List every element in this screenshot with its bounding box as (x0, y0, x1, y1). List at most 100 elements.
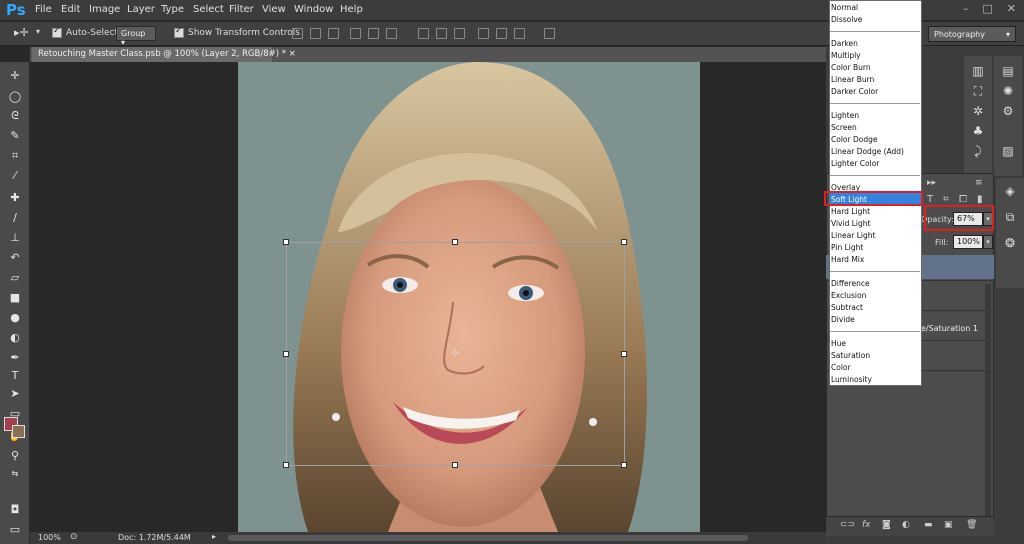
menu-help[interactable]: Help (340, 4, 363, 15)
auto-select-dropdown[interactable]: Group ▾ (116, 26, 156, 47)
layer-mask-icon[interactable]: ◙ (882, 520, 891, 530)
type-tool-icon[interactable]: T (6, 368, 24, 384)
align-hcenter-icon[interactable] (368, 28, 379, 39)
show-transform-checkbox[interactable] (174, 26, 184, 38)
lasso-tool-icon[interactable]: ᘓ (6, 108, 24, 124)
status-menu-icon[interactable]: ⊙ (70, 532, 78, 542)
distribute-right-icon[interactable] (514, 28, 525, 39)
zoom-level[interactable]: 100% (38, 533, 61, 542)
blend-mode-exclusion[interactable]: Exclusion (831, 291, 866, 300)
properties-icon[interactable]: ⚙ (998, 102, 1018, 120)
path-select-icon[interactable]: ➤ (6, 386, 24, 402)
distribute-vcenter-icon[interactable] (436, 28, 447, 39)
menu-edit[interactable]: Edit (61, 4, 80, 15)
layers-icon[interactable]: ◈ (1000, 182, 1020, 200)
minimize-icon[interactable]: – (963, 2, 969, 15)
zoom-tool-icon[interactable]: ⚲ (6, 448, 24, 464)
menu-file[interactable]: File (35, 4, 52, 15)
close-icon[interactable]: ✕ (1007, 2, 1016, 15)
channels-icon[interactable]: ⧉ (1000, 208, 1020, 226)
menu-image[interactable]: Image (89, 4, 120, 15)
blend-mode-vivid-light[interactable]: Vivid Light (831, 219, 870, 228)
clone-stamp-icon[interactable]: ⊥ (6, 230, 24, 246)
quick-mask-icon[interactable]: ◘ (6, 502, 24, 518)
auto-select-checkbox[interactable] (52, 26, 62, 38)
transform-handle[interactable] (283, 239, 289, 245)
eyedropper-tool-icon[interactable]: ⁄ (6, 168, 24, 184)
blend-mode-pin-light[interactable]: Pin Light (831, 243, 863, 252)
background-color-swatch[interactable] (12, 425, 25, 438)
gradient-tool-icon[interactable]: ■ (6, 290, 24, 306)
new-layer-icon[interactable]: ▣ (944, 520, 953, 530)
adjustment-layer-icon[interactable]: ◐ (902, 520, 910, 530)
info-icon[interactable]: ▨ (998, 142, 1018, 160)
adjustments-icon[interactable]: ▤ (998, 62, 1018, 80)
transform-handle[interactable] (621, 351, 627, 357)
brush-presets-icon[interactable]: ✲ (968, 102, 988, 120)
auto-align-icon[interactable] (544, 28, 555, 39)
transform-center-icon[interactable]: ✧ (450, 346, 460, 360)
blend-mode-dissolve[interactable]: Dissolve (831, 15, 862, 24)
brush-tool-icon[interactable]: ∕ (6, 210, 24, 226)
blend-mode-hue[interactable]: Hue (831, 339, 846, 348)
blend-mode-luminosity[interactable]: Luminosity (831, 375, 872, 384)
maximize-icon[interactable]: □ (982, 2, 992, 15)
panel-menu-icon[interactable]: ≡ (975, 178, 983, 188)
blend-mode-linear-light[interactable]: Linear Light (831, 231, 875, 240)
link-layers-icon[interactable]: ⊂⊃ (840, 520, 855, 530)
panel-collapse-icon[interactable]: ▸▸ (927, 178, 936, 188)
crop-tool-icon[interactable]: ⌗ (6, 148, 24, 164)
layers-scrollbar[interactable] (985, 284, 991, 524)
pen-tool-icon[interactable]: ✒ (6, 350, 24, 366)
transform-handle[interactable] (283, 351, 289, 357)
blur-tool-icon[interactable]: ● (6, 310, 24, 326)
status-arrow-icon[interactable]: ▸ (212, 532, 216, 541)
quick-select-tool-icon[interactable]: ✎ (6, 128, 24, 144)
menu-select[interactable]: Select (193, 4, 224, 15)
layer-name-hue-sat[interactable]: e/Saturation 1 (921, 324, 978, 333)
filter-shape-icon[interactable]: ⌗ (943, 194, 949, 205)
blend-mode-normal[interactable]: Normal (831, 3, 858, 12)
blend-mode-color-dodge[interactable]: Color Dodge (831, 135, 877, 144)
blend-mode-linear-burn[interactable]: Linear Burn (831, 75, 874, 84)
styles-icon[interactable]: ✺ (998, 82, 1018, 100)
transform-handle[interactable] (621, 462, 627, 468)
blend-mode-lighter-color[interactable]: Lighter Color (831, 159, 879, 168)
swap-colors-icon[interactable]: ⇆ (6, 466, 24, 482)
align-top-icon[interactable] (292, 28, 303, 39)
blend-mode-linear-dodge-add[interactable]: Linear Dodge (Add) (831, 147, 904, 156)
move-tool-icon[interactable]: ✛ (6, 68, 24, 84)
blend-mode-color[interactable]: Color (831, 363, 851, 372)
clone-source-icon[interactable]: ♣ (968, 122, 988, 140)
menu-window[interactable]: Window (294, 4, 333, 15)
move-tool-preset-icon[interactable]: ▸✛ (14, 26, 29, 39)
tool-presets-icon[interactable]: ⤸ (968, 142, 988, 160)
distribute-top-icon[interactable] (418, 28, 429, 39)
distribute-hcenter-icon[interactable] (496, 28, 507, 39)
filter-toggle-icon[interactable]: ▮ (977, 194, 983, 205)
blend-mode-color-burn[interactable]: Color Burn (831, 63, 871, 72)
align-bottom-icon[interactable] (328, 28, 339, 39)
blend-mode-multiply[interactable]: Multiply (831, 51, 861, 60)
blend-mode-hard-light[interactable]: Hard Light (831, 207, 870, 216)
menu-type[interactable]: Type (161, 4, 184, 15)
align-vcenter-icon[interactable] (310, 28, 321, 39)
blend-mode-subtract[interactable]: Subtract (831, 303, 863, 312)
blend-mode-difference[interactable]: Difference (831, 279, 870, 288)
eraser-tool-icon[interactable]: ▱ (6, 270, 24, 286)
blend-mode-screen[interactable]: Screen (831, 123, 857, 132)
marquee-tool-icon[interactable]: ◯ (6, 89, 24, 105)
distribute-bottom-icon[interactable] (454, 28, 465, 39)
blend-mode-divide[interactable]: Divide (831, 315, 855, 324)
blend-mode-darken[interactable]: Darken (831, 39, 858, 48)
portrait-photo[interactable]: ✧ (238, 62, 700, 532)
navigator-icon[interactable]: ⛶ (968, 82, 988, 100)
tab-close-icon[interactable]: × (289, 49, 296, 59)
transform-handle[interactable] (452, 239, 458, 245)
fill-input[interactable]: 100% (953, 235, 983, 249)
document-tab[interactable]: Retouching Master Class.psb @ 100% (Laye… (32, 47, 296, 62)
history-brush-icon[interactable]: ↶ (6, 250, 24, 266)
workspace-dropdown[interactable]: Photography ▾ (928, 26, 1016, 42)
align-left-icon[interactable] (350, 28, 361, 39)
screen-mode-icon[interactable]: ▭ (6, 522, 24, 538)
